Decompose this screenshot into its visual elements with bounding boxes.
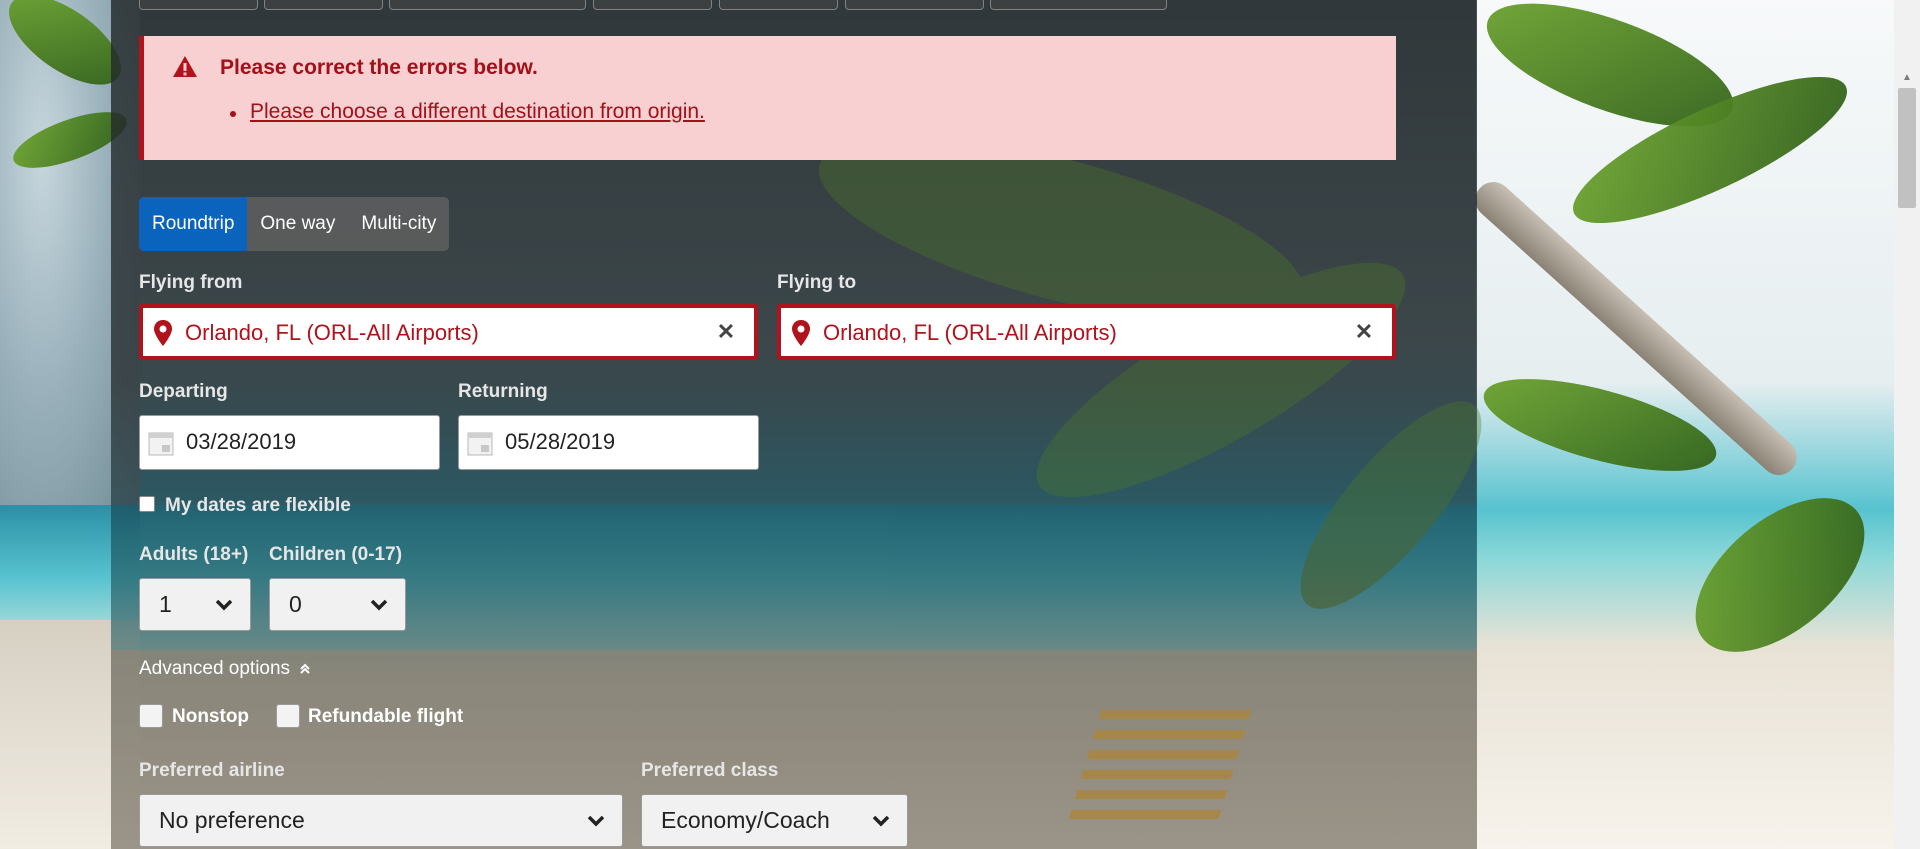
children-label: Children (0-17) xyxy=(269,544,403,565)
refundable-label: Refundable flight xyxy=(308,706,464,727)
calendar-icon xyxy=(467,432,493,456)
top-tab[interactable] xyxy=(990,0,1167,10)
departing-label: Departing xyxy=(139,381,228,402)
returning-label: Returning xyxy=(458,381,548,402)
chevron-down-icon xyxy=(215,599,233,611)
error-alert: Please correct the errors below. Please … xyxy=(139,36,1396,160)
page-scrollbar[interactable]: ▲ xyxy=(1894,0,1920,849)
flying-to-value: Orlando, FL (ORL-All Airports) xyxy=(823,320,1117,345)
chevron-down-icon xyxy=(370,599,388,611)
calendar-icon xyxy=(148,432,174,456)
error-title: Please correct the errors below. xyxy=(220,56,538,79)
flying-to-input[interactable]: Orlando, FL (ORL-All Airports) ✕ xyxy=(777,304,1396,360)
warning-icon xyxy=(173,56,197,77)
nonstop-checkbox[interactable] xyxy=(139,704,163,728)
flexible-dates-label: My dates are flexible xyxy=(165,495,351,516)
preferred-airline-select[interactable]: No preference xyxy=(139,794,623,847)
preferred-class-value: Economy/Coach xyxy=(661,807,830,833)
departing-date-value: 03/28/2019 xyxy=(186,429,297,454)
advanced-options-toggle[interactable]: Advanced options xyxy=(139,658,311,680)
preferred-airline-value: No preference xyxy=(159,807,305,833)
close-icon[interactable]: ✕ xyxy=(712,318,740,346)
advanced-options-label: Advanced options xyxy=(139,658,291,679)
top-tab[interactable] xyxy=(264,0,383,10)
error-list: Please choose a different destination fr… xyxy=(230,100,705,124)
children-select[interactable]: 0 xyxy=(269,578,406,631)
preferred-airline-label: Preferred airline xyxy=(139,760,285,781)
flying-to-label: Flying to xyxy=(777,272,857,293)
children-value: 0 xyxy=(289,591,302,617)
flying-from-label: Flying from xyxy=(139,272,243,293)
top-tab[interactable] xyxy=(139,0,258,10)
trip-type-multi-city[interactable]: Multi-city xyxy=(348,197,449,251)
chevron-down-icon xyxy=(872,815,890,827)
chevron-up-double-icon xyxy=(300,663,311,674)
returning-date-input[interactable]: 05/28/2019 xyxy=(458,415,759,470)
refundable-checkbox[interactable] xyxy=(276,704,300,728)
chevron-down-icon xyxy=(587,815,605,827)
error-link-destination[interactable]: Please choose a different destination fr… xyxy=(250,100,705,123)
trip-type-roundtrip[interactable]: Roundtrip xyxy=(139,197,248,251)
adults-label: Adults (18+) xyxy=(139,544,249,565)
location-pin-icon xyxy=(792,320,810,346)
preferred-class-label: Preferred class xyxy=(641,760,779,781)
flexible-dates-checkbox[interactable] xyxy=(139,496,155,512)
flying-from-input[interactable]: Orlando, FL (ORL-All Airports) ✕ xyxy=(139,304,758,360)
nonstop-label: Nonstop xyxy=(172,706,250,727)
top-tab[interactable] xyxy=(845,0,984,10)
scroll-up-arrow-icon[interactable]: ▲ xyxy=(1894,68,1920,88)
error-item: Please choose a different destination fr… xyxy=(230,100,705,124)
returning-date-value: 05/28/2019 xyxy=(505,429,616,454)
top-tab[interactable] xyxy=(719,0,838,10)
scrollbar-thumb[interactable] xyxy=(1898,88,1916,208)
top-tab[interactable] xyxy=(389,0,586,10)
adults-select[interactable]: 1 xyxy=(139,578,251,631)
close-icon[interactable]: ✕ xyxy=(1350,318,1378,346)
adults-value: 1 xyxy=(159,591,172,617)
preferred-class-select[interactable]: Economy/Coach xyxy=(641,794,908,847)
top-tab[interactable] xyxy=(593,0,712,10)
trip-type-toggle: Roundtrip One way Multi-city xyxy=(139,197,450,251)
departing-date-input[interactable]: 03/28/2019 xyxy=(139,415,440,470)
flying-from-value: Orlando, FL (ORL-All Airports) xyxy=(185,320,479,345)
location-pin-icon xyxy=(154,320,172,346)
trip-type-one-way[interactable]: One way xyxy=(247,197,348,251)
